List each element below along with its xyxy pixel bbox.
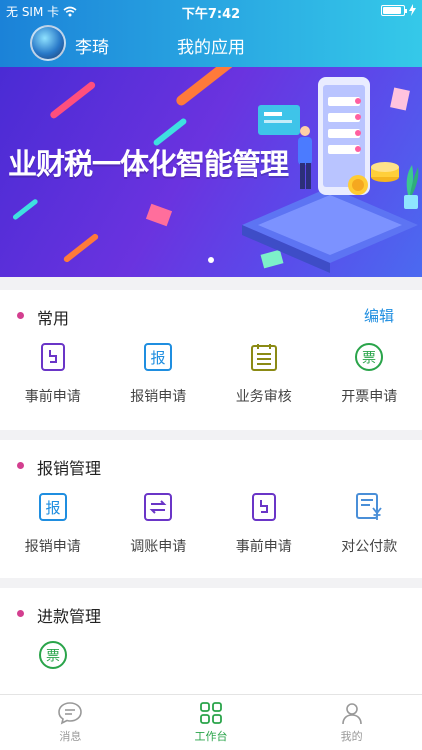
tab-label: 消息 <box>59 730 82 743</box>
section-title: 进款管理 <box>37 607 102 626</box>
app-item-public-payment[interactable]: 对公付款 <box>317 492 422 556</box>
banner-headline: 业财税一体化智能管理 <box>8 147 289 181</box>
document-icon <box>249 492 279 522</box>
document-icon <box>38 342 68 372</box>
app-grid: 票 <box>0 640 422 670</box>
app-header: 李琦 我的应用 <box>0 22 422 67</box>
app-item-label: 事前申请 <box>24 389 81 405</box>
status-right <box>381 4 416 16</box>
reimburse-icon: 报 <box>143 342 173 372</box>
section-bullet <box>17 462 24 469</box>
section-header: 进款管理 <box>0 588 422 640</box>
app-item-business-review[interactable]: 业务审核 <box>211 342 317 406</box>
invoice-glyph: 票 <box>46 649 60 665</box>
tab-label: 工作台 <box>194 730 228 743</box>
status-time: 下午7:42 <box>181 7 241 22</box>
app-item-invoice[interactable]: 票 <box>0 640 106 670</box>
tab-me[interactable]: 我的 <box>281 695 422 750</box>
app-item-invoice[interactable]: 票 开票申请 <box>317 342 422 406</box>
top-bar: 无 SIM 卡 下午7:42 李琦 我的应用 <box>0 0 422 67</box>
app-item-adjustment[interactable]: 调账申请 <box>106 492 212 556</box>
section-header: 常用 编辑 <box>0 290 422 342</box>
app-grid: 事前申请 报 报销申请 业务审核 票 开票申请 <box>0 342 422 406</box>
app-item-label: 报销申请 <box>24 539 81 555</box>
section-reimbursement-management: 报销管理 报 报销申请 调账申请 事前申请 对公付款 <box>0 440 422 578</box>
app-item-label: 业务审核 <box>235 389 292 405</box>
carousel-indicator <box>208 257 214 263</box>
app-item-label: 开票申请 <box>341 389 398 405</box>
invoice-glyph: 票 <box>362 351 376 367</box>
promo-banner[interactable]: 业财税一体化智能管理 <box>0 67 422 277</box>
battery-icon <box>381 4 407 16</box>
tab-messages[interactable]: 消息 <box>0 695 141 750</box>
tab-workbench[interactable]: 工作台 <box>141 695 282 750</box>
payment-icon <box>354 492 384 522</box>
app-item-pre-application[interactable]: 事前申请 <box>211 492 317 556</box>
section-income-management: 进款管理 票 <box>0 588 422 694</box>
app-item-label: 事前申请 <box>235 539 292 555</box>
calendar-list-icon <box>249 342 279 372</box>
section-bullet <box>17 610 24 617</box>
section-title: 报销管理 <box>37 459 102 478</box>
grid-icon <box>200 702 222 724</box>
app-item-reimbursement[interactable]: 报 报销申请 <box>0 492 106 556</box>
person-icon <box>341 703 362 725</box>
section-header: 报销管理 <box>0 440 422 492</box>
bottom-tab-bar: 消息 工作台 我的 <box>0 694 422 750</box>
section-common: 常用 编辑 事前申请 报 报销申请 业务审核 票 开票申请 <box>0 290 422 430</box>
app-item-reimbursement[interactable]: 报 报销申请 <box>106 342 212 406</box>
app-item-pre-application[interactable]: 事前申请 <box>0 342 106 406</box>
reimburse-glyph: 报 <box>151 349 166 367</box>
section-title: 常用 <box>37 309 70 328</box>
transfer-icon <box>143 492 173 522</box>
message-icon <box>58 702 83 725</box>
app-item-label: 调账申请 <box>130 539 187 555</box>
tab-label: 我的 <box>340 730 363 743</box>
section-bullet <box>17 312 24 319</box>
reimburse-glyph: 报 <box>45 499 60 517</box>
edit-button[interactable]: 编辑 <box>364 305 394 326</box>
app-item-label: 对公付款 <box>341 539 398 555</box>
invoice-icon: 票 <box>354 342 384 372</box>
status-bar: 无 SIM 卡 下午7:42 <box>0 0 422 22</box>
app-grid: 报 报销申请 调账申请 事前申请 对公付款 <box>0 492 422 556</box>
invoice-icon: 票 <box>38 640 68 670</box>
reimburse-icon: 报 <box>38 492 68 522</box>
app-item-label: 报销申请 <box>130 389 187 405</box>
charging-icon <box>409 4 416 16</box>
page-title: 我的应用 <box>177 38 245 58</box>
